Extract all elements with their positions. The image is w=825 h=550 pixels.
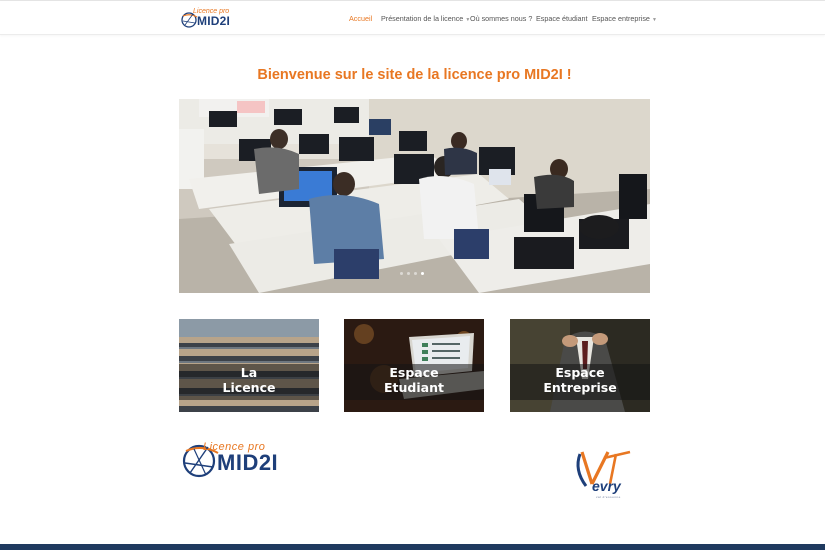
nav-label: Accueil (349, 14, 373, 23)
card-label-line2: Licence (222, 379, 276, 395)
slider-dot[interactable] (414, 272, 417, 275)
nav-item-presentation[interactable]: Présentation de la licence ▼ (381, 14, 470, 25)
card-label-line1: La (240, 365, 258, 380)
nav-item-ou-sommes-nous[interactable]: Où sommes nous ? (470, 14, 532, 23)
nav-label: Espace étudiant (536, 14, 588, 23)
nav-label: Présentation de la licence (381, 14, 464, 23)
card-label: Espace Etudiant (344, 365, 484, 395)
nav-item-accueil[interactable]: Accueil (349, 14, 372, 23)
slider-dot[interactable] (407, 272, 410, 275)
page-title: Bienvenue sur le site de la licence pro … (257, 67, 572, 83)
slider-dot-active[interactable] (421, 272, 424, 275)
card-espace-entreprise[interactable]: Espace Entreprise (510, 319, 650, 412)
card-label-line1: Espace (389, 365, 439, 380)
card-label-line2: Entreprise (543, 379, 617, 395)
main-nav: Accueil Présentation de la licence ▼ Où s… (0, 14, 825, 26)
computer-lab-photo (179, 99, 650, 293)
nav-label: Espace entreprise (592, 14, 650, 23)
card-espace-etudiant[interactable]: Espace Etudiant (344, 319, 484, 412)
nav-label: Où sommes nous ? (470, 14, 533, 23)
evry-logo[interactable]: evry val d'essonne (570, 448, 634, 502)
slider-dot[interactable] (400, 272, 403, 275)
mid2i-logo[interactable]: Licence pro MID2I (182, 441, 278, 481)
card-label: La Licence (179, 365, 319, 395)
card-label: Espace Entreprise (510, 365, 650, 395)
evry-wordmark: evry (592, 478, 621, 494)
nav-item-espace-entreprise[interactable]: Espace entreprise ▼ (592, 14, 657, 25)
evry-subtitle: val d'essonne (596, 495, 621, 499)
image-slider[interactable] (179, 99, 650, 293)
card-la-licence[interactable]: La Licence (179, 319, 319, 412)
logo-line2: MID2I (217, 450, 279, 475)
card-label-line1: Espace (555, 365, 605, 380)
footer-bar (0, 544, 825, 550)
card-label-line2: Etudiant (384, 379, 444, 395)
chevron-down-icon: ▼ (651, 17, 657, 23)
nav-item-espace-etudiant[interactable]: Espace étudiant (536, 14, 588, 23)
site-header: Licence pro MID2I Accueil Présentation d… (0, 1, 825, 35)
